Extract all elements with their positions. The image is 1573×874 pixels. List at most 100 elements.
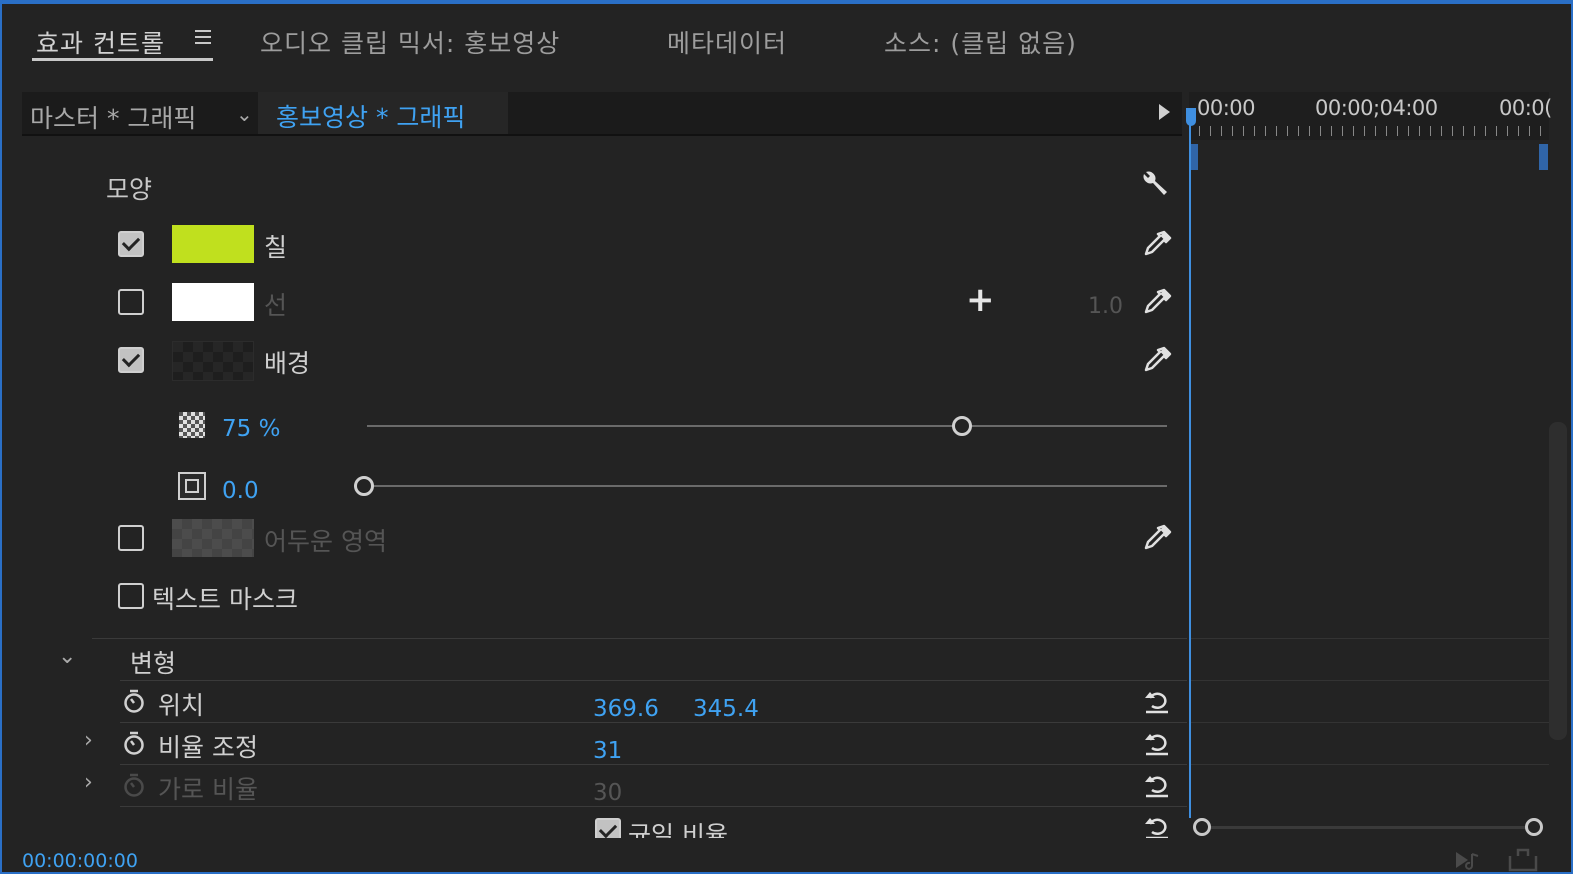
row-divider	[120, 764, 1187, 765]
scale-width-label: 가로 비율	[158, 775, 258, 804]
background-label: 배경	[264, 349, 311, 378]
ruler-ticks	[1199, 126, 1549, 136]
background-color-swatch[interactable]	[172, 341, 254, 381]
stroke-color-swatch[interactable]	[172, 283, 254, 321]
position-x-value[interactable]: 369.6	[593, 696, 659, 722]
stroke-width-value[interactable]: 1.0	[1088, 294, 1123, 319]
reset-icon[interactable]	[1142, 770, 1172, 798]
stopwatch-icon[interactable]	[122, 688, 146, 714]
active-tab-underline	[32, 58, 213, 61]
scale-label: 비율 조정	[158, 733, 258, 762]
eyedropper-icon[interactable]	[1140, 228, 1174, 262]
stopwatch-icon[interactable]	[122, 730, 146, 756]
stroke-label: 선	[264, 291, 288, 320]
chevron-right-icon[interactable]: ›	[84, 728, 93, 753]
stroke-checkbox[interactable]	[118, 289, 144, 315]
background-checkbox[interactable]	[118, 347, 144, 373]
time-label: 00:0(	[1499, 96, 1552, 120]
row-divider	[120, 680, 1187, 681]
wrench-icon[interactable]	[1139, 168, 1169, 200]
opacity-value[interactable]: 75 %	[222, 416, 280, 442]
master-clip-label[interactable]: 마스터 * 그래픽	[30, 99, 196, 135]
transform-title: 변형	[130, 649, 177, 678]
shadow-row: 어두운 영역	[22, 516, 1187, 568]
position-row: 위치 369.6 345.4	[22, 682, 1187, 724]
position-y-value[interactable]: 345.4	[693, 696, 759, 722]
eyedropper-icon[interactable]	[1140, 522, 1174, 556]
shadow-checkbox[interactable]	[118, 525, 144, 551]
text-mask-label: 텍스트 마스크	[152, 585, 298, 614]
chevron-down-icon[interactable]: ⌄	[58, 644, 76, 669]
fill-row: 칠	[22, 222, 1187, 274]
time-label: 00:00	[1197, 96, 1256, 120]
text-mask-row: 텍스트 마스크	[22, 574, 1187, 626]
tab-metadata[interactable]: 메타데이터	[667, 24, 787, 60]
playhead[interactable]	[1189, 108, 1191, 818]
transform-header[interactable]: ⌄ 변형	[22, 640, 1187, 682]
row-divider	[120, 722, 1187, 723]
background-row: 배경	[22, 338, 1187, 390]
zoom-start-handle[interactable]	[1193, 818, 1211, 836]
chevron-right-icon[interactable]: ›	[84, 770, 93, 795]
vertical-scrollbar[interactable]	[1549, 422, 1567, 740]
size-icon	[178, 472, 206, 500]
mini-timeline: 00:00 00:00;04:00 00:0(	[1186, 92, 1567, 836]
panel-menu-icon[interactable]	[195, 30, 211, 46]
tab-audio-clip-mixer[interactable]: 오디오 클립 믹서: 홍보영상	[260, 24, 560, 60]
fill-checkbox[interactable]	[118, 231, 144, 257]
current-timecode[interactable]: 00:00:00:00	[22, 850, 138, 872]
tab-effect-controls[interactable]: 효과 컨트롤	[36, 24, 165, 60]
opacity-icon	[179, 412, 205, 438]
reset-icon[interactable]	[1142, 728, 1172, 756]
section-divider	[92, 638, 1187, 639]
stroke-row: 선 + 1.0	[22, 280, 1187, 332]
zoom-end-handle[interactable]	[1525, 818, 1543, 836]
timeline-row-divider	[1189, 680, 1549, 681]
text-mask-checkbox[interactable]	[118, 583, 144, 609]
sequence-clip-selector[interactable]: 홍보영상 * 그래픽	[258, 92, 508, 134]
timeline-ruler[interactable]: 00:00 00:00;04:00 00:0(	[1189, 92, 1552, 140]
eyedropper-icon[interactable]	[1140, 286, 1174, 320]
timeline-zoom-scrollbar[interactable]	[1189, 816, 1549, 838]
play-audio-icon[interactable]	[1456, 852, 1479, 870]
opacity-slider-handle[interactable]	[952, 416, 972, 436]
row-divider	[120, 806, 1187, 807]
size-slider[interactable]	[354, 474, 1167, 498]
fill-label: 칠	[264, 233, 288, 262]
shadow-label: 어두운 영역	[264, 527, 387, 556]
play-only-icon[interactable]	[1159, 104, 1170, 120]
scale-row: › 비율 조정 31	[22, 724, 1187, 766]
effect-controls-panel: 효과 컨트롤 오디오 클립 믹서: 홍보영상 메타데이터 소스: (클립 없음)…	[0, 0, 1573, 874]
size-value[interactable]: 0.0	[222, 478, 259, 504]
opacity-slider[interactable]	[367, 414, 1167, 438]
tab-source[interactable]: 소스: (클립 없음)	[884, 24, 1077, 60]
background-size-row: 0.0	[22, 462, 1187, 514]
scale-value[interactable]: 31	[593, 738, 622, 764]
uniform-scale-label: 균일 비율	[628, 821, 728, 838]
appearance-section-title: 모양	[106, 175, 153, 204]
uniform-scale-row: 균일 비율	[22, 810, 1187, 838]
eyedropper-icon[interactable]	[1140, 344, 1174, 378]
export-frame-icon[interactable]	[1508, 848, 1538, 872]
position-label: 위치	[158, 691, 205, 720]
shadow-color-swatch[interactable]	[172, 519, 254, 557]
stopwatch-icon	[124, 773, 144, 797]
chevron-down-icon[interactable]: ⌄	[236, 102, 253, 126]
scale-width-row: › 가로 비율 30	[22, 766, 1187, 808]
uniform-scale-checkbox[interactable]	[595, 818, 621, 838]
timeline-row-divider	[1189, 764, 1549, 765]
reset-icon[interactable]	[1142, 812, 1172, 838]
clip-in-marker	[1191, 144, 1198, 170]
clip-out-marker	[1539, 144, 1548, 170]
sequence-clip-label: 홍보영상 * 그래픽	[276, 103, 466, 132]
timeline-row-divider	[1189, 638, 1549, 639]
playhead-handle[interactable]	[1186, 108, 1196, 126]
fill-color-swatch[interactable]	[172, 225, 254, 263]
add-stroke-icon[interactable]: +	[966, 280, 995, 320]
reset-icon[interactable]	[1142, 686, 1172, 714]
properties-area: 모양 칠 선 + 1.0 배경 75 % 0.0 어두운 영역 텍스트 마스크 …	[22, 138, 1187, 838]
background-opacity-row: 75 %	[22, 402, 1187, 454]
panel-tabs: 효과 컨트롤 오디오 클립 믹서: 홍보영상 메타데이터 소스: (클립 없음)	[12, 8, 1567, 68]
size-slider-handle[interactable]	[354, 476, 374, 496]
time-label: 00:00;04:00	[1315, 96, 1438, 120]
